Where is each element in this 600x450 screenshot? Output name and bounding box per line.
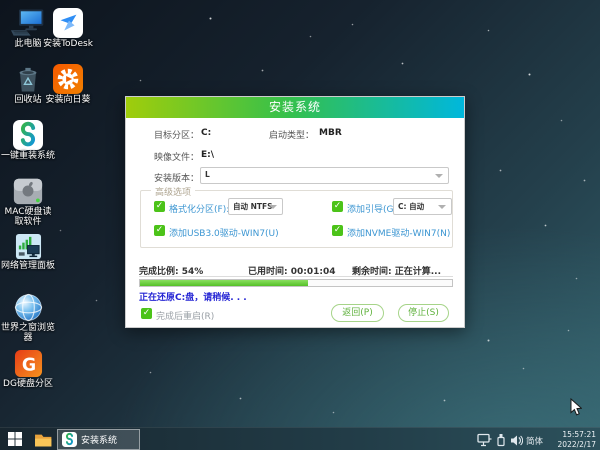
progress-bar-fill (140, 280, 309, 286)
task-label: 安装系统 (81, 436, 118, 446)
format-partition-checkbox[interactable]: ✓ (154, 201, 165, 212)
desktop-icon-label: MAC硬盘读取软件 (4, 207, 52, 227)
world-browser-icon (0, 288, 56, 322)
volume-tray-icon[interactable] (510, 432, 524, 450)
desktop-icon-label: 网络管理面板 (0, 261, 55, 271)
target-partition-value: C: (201, 128, 212, 138)
restart-after-label: 完成后重启(R) (156, 312, 215, 322)
network-panel-icon (0, 232, 56, 260)
usb-tray-icon[interactable] (495, 432, 507, 450)
reinstall-system-icon (0, 116, 56, 150)
add-boot-checkbox[interactable]: ✓ (332, 201, 343, 212)
nvme-driver-checkbox[interactable]: ✓ (332, 225, 343, 236)
boot-type-label: 启动类型： (269, 131, 315, 141)
back-button[interactable]: 返回(P) (331, 304, 384, 322)
check-icon: ✓ (333, 201, 342, 211)
taskbar: 安装系统 简体 15:57:21 2022/2/17 (0, 427, 600, 450)
progress-bar (139, 279, 453, 287)
network-tray-icon[interactable] (477, 432, 492, 450)
mouse-cursor (570, 397, 583, 420)
install-system-dialog: 安装系统 目标分区： C: 启动类型： MBR 映像文件： E:\ 安装版本： … (125, 96, 465, 328)
desktop-icon-sunflower[interactable]: 安装向日葵 (40, 60, 96, 105)
sunflower-icon (40, 60, 96, 94)
nvme-driver-label: 添加NVME驱动-WIN7(N) (347, 229, 451, 239)
usb-driver-label: 添加USB3.0驱动-WIN7(U) (169, 229, 279, 239)
start-button[interactable] (0, 428, 30, 450)
input-language-indicator[interactable]: 简体 (526, 435, 543, 447)
desktop-icon-browser[interactable]: 世界之窗浏览器 (0, 288, 56, 343)
chevron-down-icon (438, 204, 446, 209)
usb-driver-checkbox[interactable]: ✓ (154, 225, 165, 236)
dg-partition-icon: G (0, 344, 56, 378)
desktop-icon-label: 世界之窗浏览器 (0, 323, 55, 343)
taskbar-task-install-system[interactable]: 安装系统 (57, 429, 140, 450)
install-version-value: L (205, 170, 210, 179)
todesk-icon (40, 4, 96, 38)
image-file-value: E:\ (201, 150, 215, 160)
tray-time: 15:57:21 (562, 430, 596, 439)
restart-after-checkbox[interactable]: ✓ (141, 308, 152, 319)
advanced-options-legend: 高级选项 (151, 185, 196, 198)
add-boot-select[interactable]: C: 自动 (393, 198, 452, 215)
check-icon: ✓ (155, 225, 164, 235)
dg-letter: G (21, 355, 35, 375)
check-icon: ✓ (333, 225, 342, 235)
image-file-label: 映像文件： (154, 153, 200, 163)
stop-button[interactable]: 停止(S) (398, 304, 449, 322)
desktop-icon-mac-disk[interactable]: MAC硬盘读取软件 (0, 172, 56, 227)
add-boot-value: C: 自动 (398, 202, 425, 211)
reinstall-system-icon (62, 432, 77, 447)
starfield (0, 0, 1, 1)
desktop-icon-network-panel[interactable]: 网络管理面板 (0, 232, 56, 271)
desktop-icon-reinstall-system[interactable]: 一键重装系统 (0, 116, 56, 161)
desktop-icon-label: 安装向日葵 (45, 95, 91, 105)
windows-logo-icon (8, 432, 22, 446)
dialog-title: 安装系统 (126, 97, 464, 118)
format-type-value: 自动 NTFS (233, 202, 273, 211)
file-explorer-button[interactable] (31, 428, 55, 450)
chevron-down-icon (269, 204, 277, 209)
format-type-select[interactable]: 自动 NTFS (228, 198, 283, 215)
target-partition-label: 目标分区： (154, 131, 200, 141)
mac-disk-icon (0, 172, 56, 206)
restore-status-text: 正在还原C:盘，请稍候. . . (139, 293, 247, 303)
boot-type-value: MBR (319, 128, 342, 138)
desktop-icon-dg-partition[interactable]: G DG硬盘分区 (0, 344, 56, 389)
tray-date: 2022/2/17 (557, 440, 596, 449)
advanced-options-group: 高级选项 ✓ 格式化分区(F): 自动 NTFS ✓ 添加引导(G): C: 自… (140, 185, 453, 248)
chevron-down-icon (435, 173, 443, 178)
desktop-icon-label: DG硬盘分区 (3, 379, 53, 389)
format-partition-label: 格式化分区(F): (169, 205, 230, 215)
check-icon: ✓ (155, 201, 164, 211)
desktop-icon-label: 一键重装系统 (0, 151, 55, 161)
folder-icon (35, 434, 52, 447)
check-icon: ✓ (142, 308, 151, 318)
tray-clock[interactable]: 15:57:21 2022/2/17 (544, 430, 596, 450)
desktop-icon-label: 安装ToDesk (43, 39, 93, 49)
divider (139, 276, 453, 277)
desktop-icon-todesk[interactable]: 安装ToDesk (40, 4, 96, 49)
install-version-label: 安装版本： (154, 174, 200, 184)
install-version-select[interactable]: L (200, 167, 449, 184)
